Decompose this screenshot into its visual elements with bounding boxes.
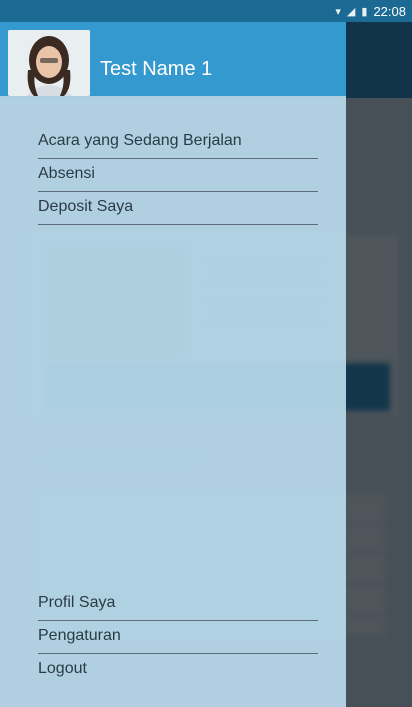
status-bar: ▾ ◢ ▮ 22:08 <box>0 0 412 22</box>
avatar-photo <box>8 30 90 96</box>
menu-item-ongoing-events[interactable]: Acara yang Sedang Berjalan <box>38 126 318 159</box>
drawer-menu-bottom-list: Profil Saya Pengaturan Logout <box>38 588 318 687</box>
drawer-header: Test Name 1 <box>0 22 346 96</box>
signal-icon: ◢ <box>346 5 356 18</box>
status-time: 22:08 <box>373 3 406 19</box>
background-toolbar-dimmed <box>346 22 412 98</box>
avatar[interactable] <box>8 30 90 96</box>
user-name: Test Name 1 <box>100 58 213 80</box>
menu-item-my-deposit[interactable]: Deposit Saya <box>38 192 318 225</box>
battery-icon: ▮ <box>361 5 368 18</box>
drawer-menu-top-list: Acara yang Sedang Berjalan Absensi Depos… <box>38 126 318 225</box>
wifi-icon: ▾ <box>335 5 341 18</box>
menu-item-my-profile[interactable]: Profil Saya <box>38 588 318 621</box>
menu-item-settings[interactable]: Pengaturan <box>38 621 318 654</box>
menu-item-attendance[interactable]: Absensi <box>38 159 318 192</box>
menu-item-logout[interactable]: Logout <box>38 654 318 687</box>
